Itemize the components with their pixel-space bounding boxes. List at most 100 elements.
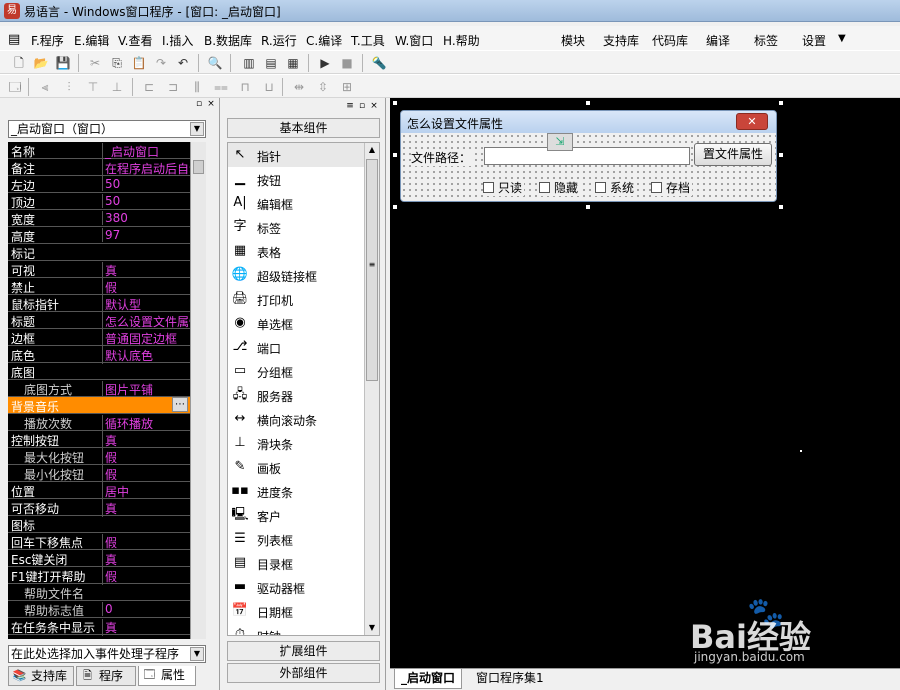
resize-handle[interactable]: [585, 100, 591, 106]
tab-window-assembly[interactable]: 窗口程序集1: [470, 669, 550, 689]
property-row[interactable]: 边框 普通固定边框: [8, 329, 190, 347]
menu-support-lib[interactable]: 支持库: [603, 32, 639, 49]
space-horizontal-icon[interactable]: ⫼: [188, 78, 206, 96]
component-item[interactable]: ⏱ 时钟: [228, 623, 364, 635]
menu-app-icon[interactable]: ▤: [8, 32, 20, 47]
property-value[interactable]: 真: [102, 500, 190, 517]
align-center-icon[interactable]: ⫶: [60, 78, 78, 96]
property-value[interactable]: _启动窗口: [102, 143, 190, 160]
property-value[interactable]: 真: [102, 262, 190, 279]
menu-compile[interactable]: C.编译: [306, 32, 342, 49]
resize-handle[interactable]: [392, 100, 398, 106]
stop-icon[interactable]: ■: [338, 54, 356, 72]
scrollbar-thumb[interactable]: ≡: [366, 159, 378, 381]
paste-icon[interactable]: 📋: [130, 54, 148, 72]
property-row[interactable]: 最小化按钮 假: [8, 465, 190, 483]
menu-database[interactable]: B.数据库: [204, 32, 252, 49]
file-attr-component-icon[interactable]: ⇲: [547, 133, 573, 151]
property-row[interactable]: 备注 在程序启动后自动: [8, 159, 190, 177]
property-row[interactable]: 宽度 380: [8, 210, 190, 227]
component-item[interactable]: ▭ 分组框: [228, 359, 364, 383]
property-row[interactable]: 标记: [8, 244, 190, 261]
layout-split-icon[interactable]: ▦: [284, 54, 302, 72]
property-row[interactable]: 鼠标指针 默认型: [8, 295, 190, 313]
menu-build[interactable]: 编译: [706, 32, 730, 49]
property-value[interactable]: 假: [102, 449, 190, 466]
tab-properties[interactable]: 🗔 属性: [138, 666, 196, 686]
property-row[interactable]: 位置 居中: [8, 482, 190, 500]
menu-code-lib[interactable]: 代码库: [652, 32, 688, 49]
new-file-icon[interactable]: 🗋: [10, 54, 28, 72]
component-item[interactable]: 🖨 打印机: [228, 287, 364, 311]
v-align-icon[interactable]: ⇳: [314, 78, 332, 96]
checkbox-hidden[interactable]: 隐藏: [539, 179, 581, 196]
component-item[interactable]: ☰ 列表框: [228, 527, 364, 551]
property-value[interactable]: 假: [102, 466, 190, 483]
checkbox-box[interactable]: [483, 182, 494, 193]
panel-restore-icon[interactable]: ▫: [194, 99, 204, 109]
scroll-down-icon[interactable]: ▼: [365, 621, 379, 635]
menu-program[interactable]: F.程序: [31, 32, 64, 49]
component-item[interactable]: ▪▪ 进度条: [228, 479, 364, 503]
property-row[interactable]: 可否移动 真: [8, 499, 190, 517]
property-value[interactable]: 380: [102, 211, 190, 225]
component-item[interactable]: 字标签: [228, 215, 364, 239]
property-value[interactable]: 真: [102, 619, 190, 636]
space-vertical-icon[interactable]: ⩵: [212, 78, 230, 96]
checkbox-box[interactable]: [651, 182, 662, 193]
property-row[interactable]: 标题 怎么设置文件属性: [8, 312, 190, 330]
property-value[interactable]: 真: [102, 551, 190, 568]
same-height-icon[interactable]: ⊐: [164, 78, 182, 96]
object-selector[interactable]: _启动窗口（窗口） ▼: [8, 120, 206, 138]
form-title-bar[interactable]: 怎么设置文件属性 ✕: [401, 111, 776, 133]
property-row[interactable]: 图标: [8, 516, 190, 533]
property-row[interactable]: 最大化按钮 假: [8, 448, 190, 466]
property-row[interactable]: 帮助标志值 0: [8, 601, 190, 618]
property-value[interactable]: 默认底色: [102, 347, 190, 364]
component-item[interactable]: 🖳 客户: [228, 503, 364, 527]
property-value[interactable]: 普通固定边框: [102, 330, 190, 347]
panel-restore-icon[interactable]: ▫: [357, 101, 367, 111]
property-row[interactable]: 底图方式 图片平铺: [8, 380, 190, 398]
save-icon[interactable]: 💾: [54, 54, 72, 72]
designed-form[interactable]: 怎么设置文件属性 ✕ 文件路径： 置文件属性 只读 隐藏 系统 存档 ⇲: [400, 110, 777, 202]
property-value[interactable]: 在程序启动后自动: [102, 160, 190, 177]
set-file-attr-button[interactable]: 置文件属性: [694, 143, 772, 166]
property-value[interactable]: 循环播放: [102, 415, 190, 432]
file-path-input[interactable]: [484, 147, 690, 165]
copy-icon[interactable]: ⎘: [108, 54, 126, 72]
align-left-icon[interactable]: ⫷: [36, 78, 54, 96]
settings-dropdown-icon[interactable]: ▼: [838, 33, 846, 44]
menu-tools[interactable]: T.工具: [351, 32, 385, 49]
component-item[interactable]: A| 编辑框: [228, 191, 364, 215]
property-row[interactable]: 禁止 假: [8, 278, 190, 296]
menu-settings[interactable]: 设置: [802, 32, 826, 49]
menu-insert[interactable]: I.插入: [162, 32, 193, 49]
component-item[interactable]: ◉ 单选框: [228, 311, 364, 335]
menu-module[interactable]: 模块: [561, 32, 585, 49]
tab-support-lib[interactable]: 📚 支持库: [8, 666, 74, 686]
component-item[interactable]: ↖ 指针: [228, 143, 364, 167]
component-item[interactable]: ▤ 目录框: [228, 551, 364, 575]
panel-close-icon[interactable]: ×: [206, 99, 216, 109]
grid-icon[interactable]: ⊞: [338, 78, 356, 96]
chevron-down-icon[interactable]: ▼: [190, 647, 204, 661]
resize-handle[interactable]: [778, 204, 784, 210]
property-row[interactable]: 可视 真: [8, 261, 190, 279]
checkbox-archive[interactable]: 存档: [651, 179, 693, 196]
menu-run[interactable]: R.运行: [261, 32, 297, 49]
component-item[interactable]: ✎ 画板: [228, 455, 364, 479]
resize-handle[interactable]: [392, 204, 398, 210]
tab-program[interactable]: 🗎 程序: [76, 666, 136, 686]
property-row[interactable]: Esc键关闭 真: [8, 550, 190, 568]
component-item[interactable]: ▬ 驱动器框: [228, 575, 364, 599]
checkbox-readonly[interactable]: 只读: [483, 179, 525, 196]
property-row[interactable]: 左边 50: [8, 176, 190, 193]
debug-icon[interactable]: 🔦: [370, 54, 388, 72]
component-item[interactable]: ⎇ 端口: [228, 335, 364, 359]
redo-icon[interactable]: ↷: [152, 54, 170, 72]
undo-icon[interactable]: ↶: [174, 54, 192, 72]
cut-icon[interactable]: ✂: [86, 54, 104, 72]
align-bottom-icon[interactable]: ⊥: [108, 78, 126, 96]
align-top-icon[interactable]: ⊤: [84, 78, 102, 96]
